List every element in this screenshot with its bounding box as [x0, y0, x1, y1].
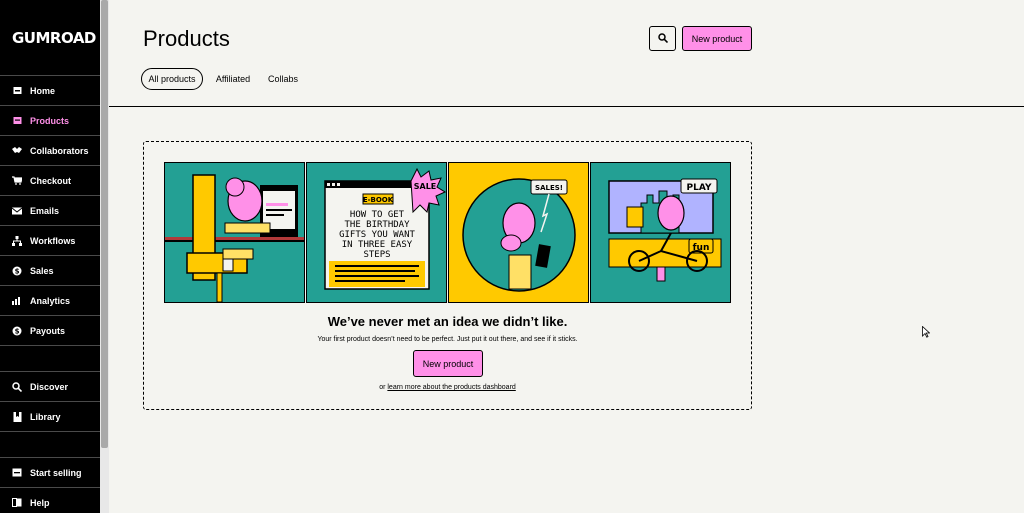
tab-all-products[interactable]: All products [141, 68, 203, 90]
page-title: Products [143, 26, 230, 51]
new-product-button[interactable]: New product [682, 26, 752, 51]
sidebar-spacer [0, 346, 100, 372]
sidebar-item-label: Products [30, 115, 70, 126]
page-header: Products New product All products Affili… [109, 0, 1024, 107]
sale-badge-text: SALE [414, 182, 437, 191]
tab-collabs[interactable]: Collabs [263, 68, 303, 90]
sidebar-item-discover[interactable]: Discover [0, 372, 100, 402]
sidebar-item-label: Discover [30, 381, 69, 392]
ebook-line-4: IN THREE EASY [342, 240, 413, 250]
logo-text: GUMROAD [12, 28, 96, 47]
scrollbar-thumb[interactable] [101, 0, 108, 448]
search-button[interactable] [649, 26, 676, 51]
ebook-line-3: GIFTS YOU WANT [339, 230, 415, 240]
sidebar-item-start-selling[interactable]: Start selling [0, 458, 100, 488]
sidebar-item-label: Workflows [30, 235, 76, 246]
illustration-computer [164, 162, 305, 303]
sidebar-item-label: Help [30, 497, 50, 508]
svg-text:$: $ [15, 267, 20, 275]
sidebar: GUMROAD Home Products Collaborators Chec… [0, 0, 100, 513]
sidebar-item-label: Library [30, 411, 61, 422]
bar-chart-icon [12, 296, 22, 306]
sidebar-item-library[interactable]: Library [0, 402, 100, 432]
sidebar-item-label: Start selling [30, 467, 82, 478]
sidebar-item-label: Home [30, 85, 56, 96]
envelope-icon [12, 206, 22, 216]
sidebar-scrollbar[interactable] [100, 0, 109, 513]
sidebar-item-label: Collaborators [30, 145, 89, 156]
search-icon [12, 381, 22, 392]
mouse-cursor-icon [922, 325, 931, 343]
shop-icon [12, 468, 22, 478]
products-icon [12, 116, 22, 126]
dollar-icon: $ [12, 266, 22, 276]
ebook-tag-text: E-BOOK [363, 196, 394, 204]
empty-state-subtitle: Your first product doesn’t need to be pe… [317, 336, 578, 343]
cart-icon [12, 176, 22, 186]
sidebar-item-workflows[interactable]: Workflows [0, 226, 100, 256]
sidebar-item-checkout[interactable]: Checkout [0, 166, 100, 196]
empty-state-title: We’ve never met an idea we didn’t like. [327, 314, 568, 329]
learn-more-line: or learn more about the products dashboa… [144, 384, 751, 391]
sidebar-item-label: Analytics [30, 295, 71, 306]
gumroad-logo[interactable]: GUMROAD [0, 0, 100, 76]
sidebar-item-payouts[interactable]: $ Payouts [0, 316, 100, 346]
sidebar-spacer [0, 432, 100, 458]
search-icon [657, 31, 668, 46]
illustration-play: PLAY fun [590, 162, 731, 303]
illustration-strip: SALE E-BOOK HOW TO GET THE BIRTHDAY GIFT… [164, 162, 731, 303]
sidebar-item-collaborators[interactable]: Collaborators [0, 136, 100, 166]
sales-bubble-text: SALES! [535, 184, 563, 192]
sidebar-item-emails[interactable]: Emails [0, 196, 100, 226]
sidebar-item-help[interactable]: Help [0, 488, 100, 513]
workflow-icon [12, 235, 22, 246]
svg-text:$: $ [15, 327, 20, 335]
payout-icon: $ [12, 326, 22, 336]
bookmark-icon [12, 411, 22, 422]
sidebar-item-sales[interactable]: $ Sales [0, 256, 100, 286]
sidebar-item-label: Checkout [30, 175, 72, 186]
sidebar-item-label: Sales [30, 265, 54, 276]
ebook-line-1: HOW TO GET [350, 210, 405, 220]
illustration-sales: SALES! [448, 162, 589, 303]
sidebar-item-home[interactable]: Home [0, 76, 100, 106]
tab-affiliated[interactable]: Affiliated [209, 68, 257, 90]
sidebar-item-products[interactable]: Products [0, 106, 100, 136]
ebook-line-5: STEPS [363, 250, 390, 260]
empty-state-card: SALE E-BOOK HOW TO GET THE BIRTHDAY GIFT… [143, 141, 752, 410]
illustration-ebook: SALE E-BOOK HOW TO GET THE BIRTHDAY GIFT… [306, 162, 447, 303]
ebook-line-2: THE BIRTHDAY [344, 220, 410, 230]
sidebar-item-label: Payouts [30, 325, 66, 336]
help-book-icon [12, 498, 22, 508]
sidebar-item-label: Emails [30, 205, 60, 216]
handshake-icon [12, 146, 22, 156]
sidebar-item-analytics[interactable]: Analytics [0, 286, 100, 316]
play-bubble-text: PLAY [687, 183, 712, 193]
home-icon [12, 86, 22, 96]
empty-state-new-product-button[interactable]: New product [413, 350, 483, 377]
learn-more-prefix: or [379, 384, 386, 391]
learn-more-link[interactable]: learn more about the products dashboard [387, 384, 515, 391]
